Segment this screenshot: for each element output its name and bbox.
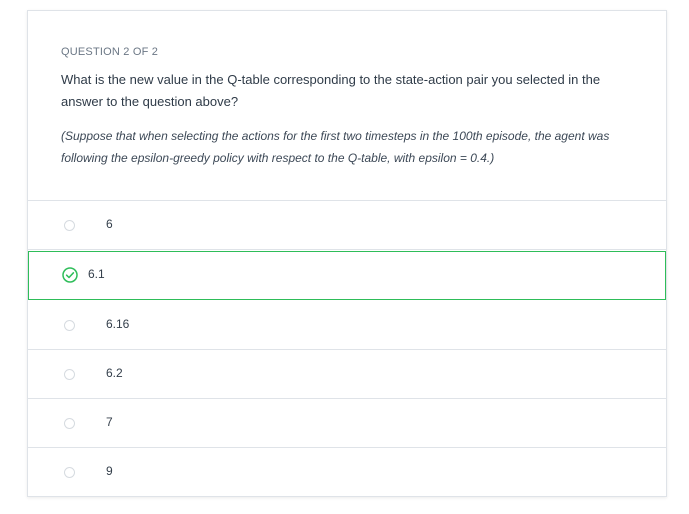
answer-option-label: 6.1 (88, 267, 105, 281)
answer-option[interactable]: 6 (28, 201, 666, 250)
question-counter: QUESTION 2 OF 2 (61, 46, 159, 58)
quiz-card: QUESTION 2 OF 2 What is the new value in… (27, 10, 667, 497)
check-circle-icon (62, 267, 78, 283)
answer-option[interactable]: 6.2 (28, 350, 666, 399)
radio-icon[interactable] (64, 320, 75, 331)
question-section: QUESTION 2 OF 2 What is the new value in… (28, 11, 666, 201)
answer-option-label: 6.16 (106, 317, 130, 331)
radio-icon[interactable] (64, 369, 75, 380)
radio-icon[interactable] (64, 418, 75, 429)
answer-option[interactable]: 6.16 (28, 301, 666, 350)
radio-icon[interactable] (64, 220, 75, 231)
answer-option-label: 7 (106, 415, 113, 429)
radio-icon[interactable] (64, 467, 75, 478)
question-text: What is the new value in the Q-table cor… (61, 72, 601, 109)
answer-option[interactable]: 9 (28, 448, 666, 497)
question-note: (Suppose that when selecting the actions… (61, 129, 610, 165)
answer-option[interactable]: 7 (28, 399, 666, 448)
answer-option-label: 6 (106, 217, 113, 231)
answer-option-label: 6.2 (106, 366, 123, 380)
answer-option-selected[interactable]: 6.1 (28, 251, 666, 300)
answer-option-label: 9 (106, 464, 113, 478)
